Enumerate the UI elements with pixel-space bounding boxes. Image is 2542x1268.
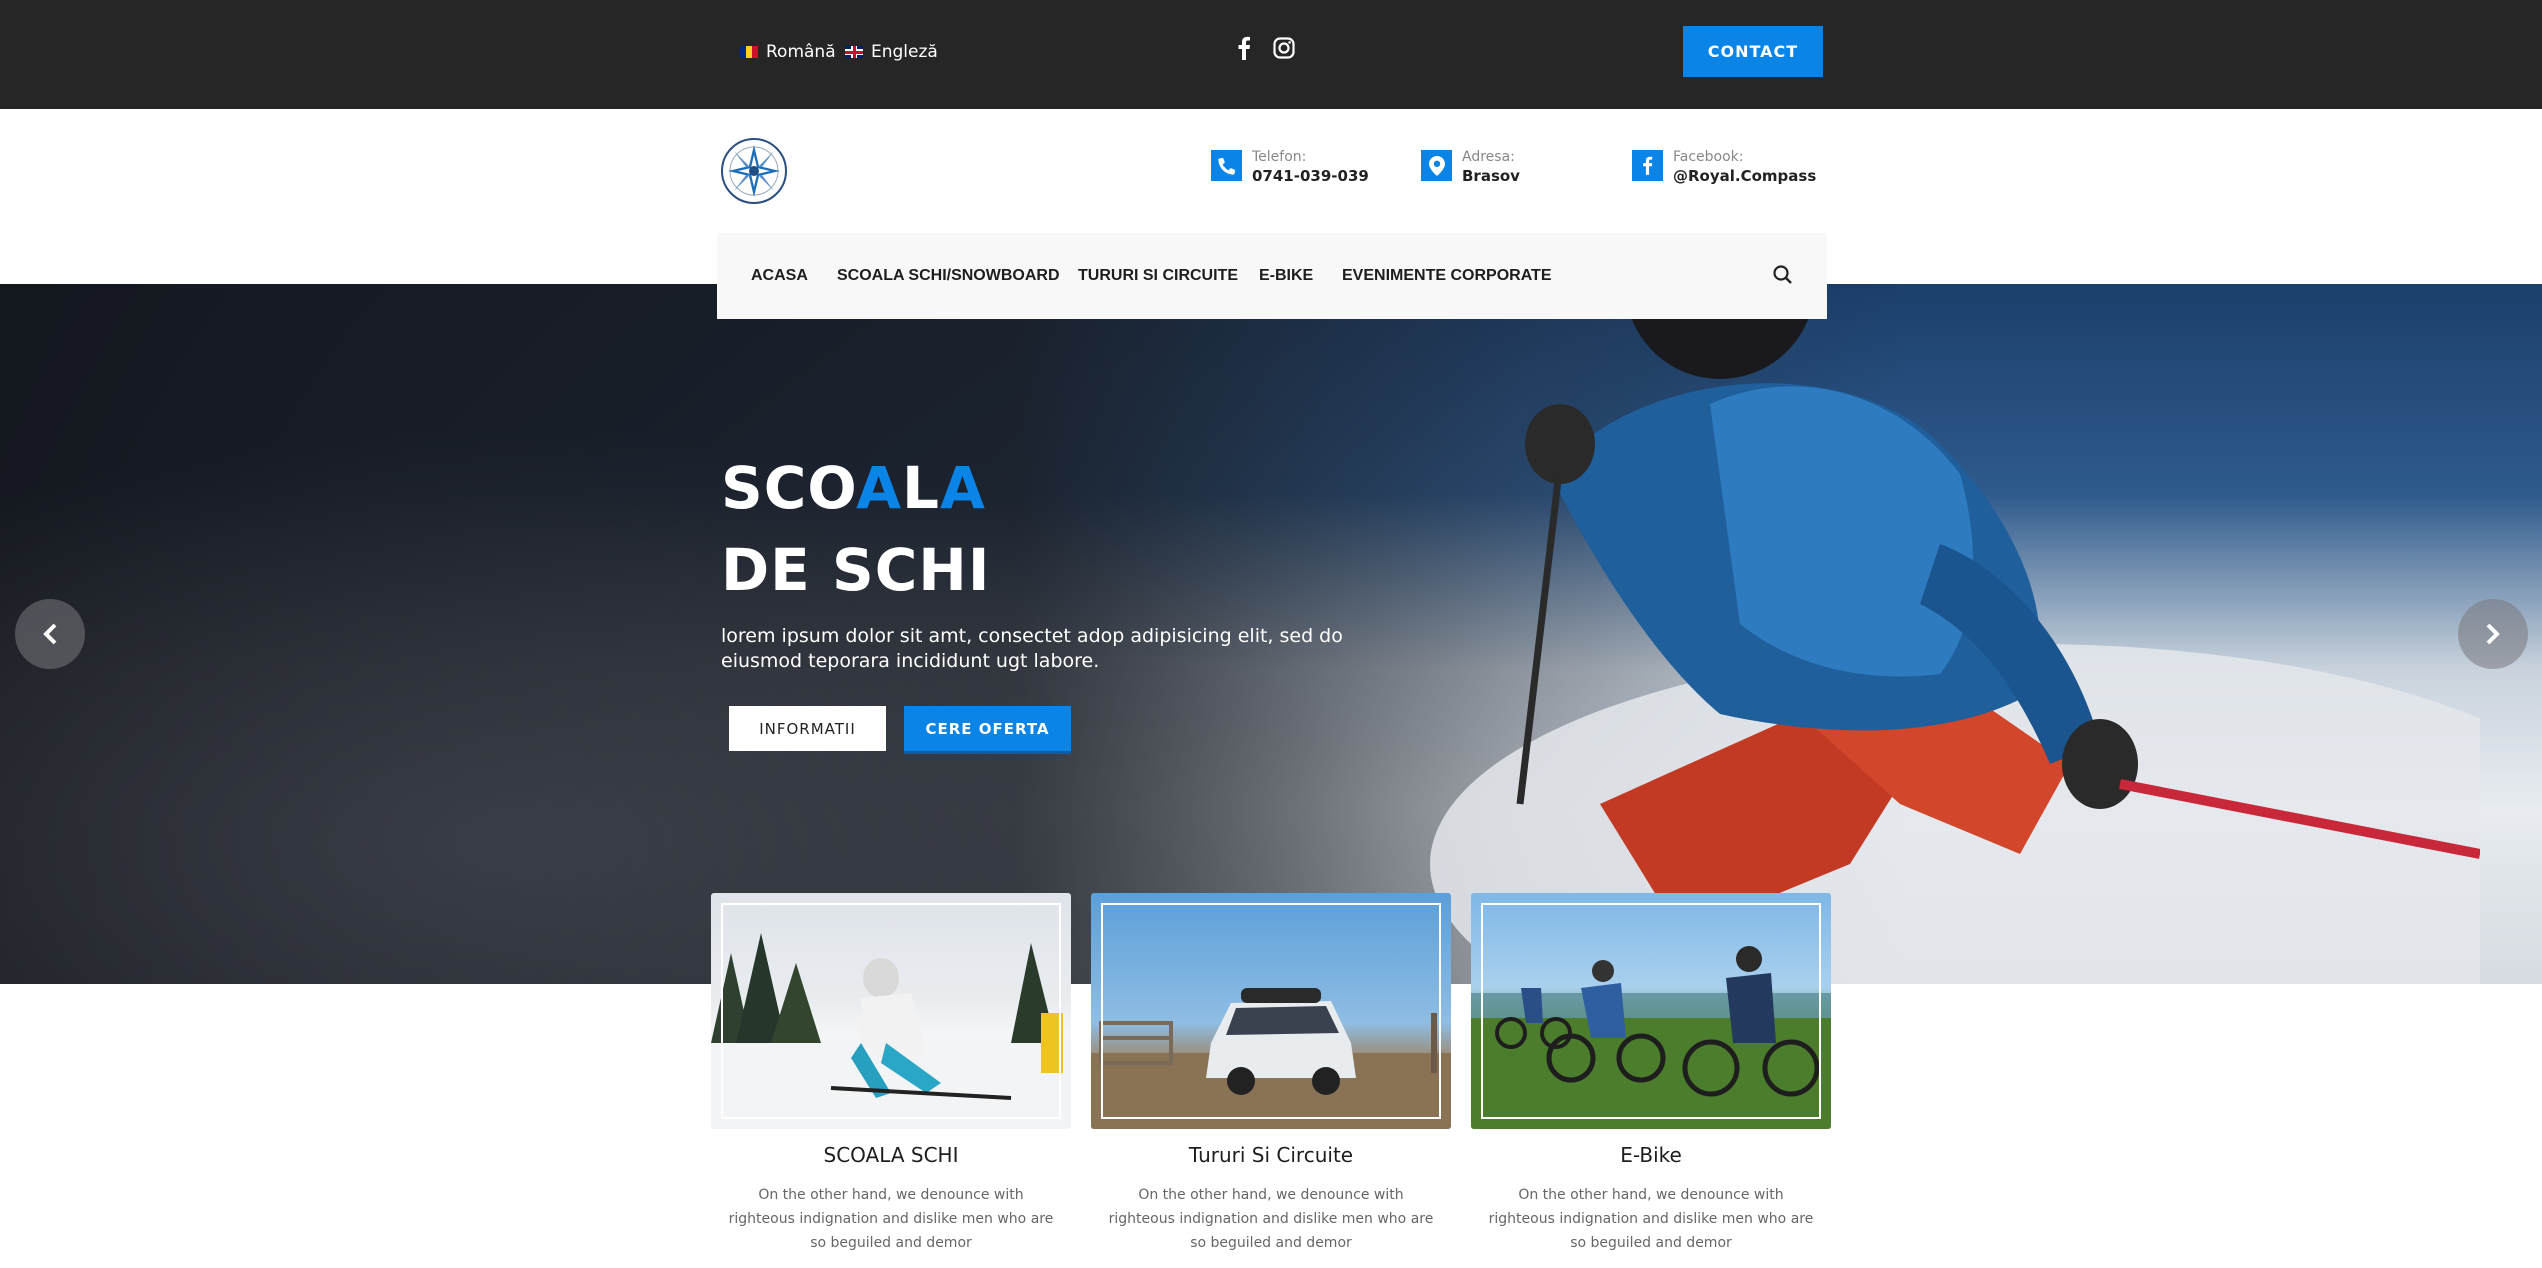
nav-item-ebike[interactable]: E-BIKE <box>1259 267 1313 285</box>
hero-description: lorem ipsum dolor sit amt, consectet ado… <box>721 625 1343 672</box>
uk-flag-icon <box>845 46 863 58</box>
phone-info[interactable]: Telefon: 0741-039-039 <box>1211 148 1369 186</box>
language-romanian[interactable]: Română <box>740 42 836 62</box>
instagram-icon[interactable] <box>1272 34 1296 62</box>
hero-title-part: L <box>901 454 940 522</box>
card-title[interactable]: E-Bike <box>1471 1143 1831 1167</box>
top-bar: Română Engleză CONTACT <box>0 0 2542 109</box>
service-card[interactable]: SCOALA SCHI On the other hand, we denoun… <box>711 893 1071 1255</box>
facebook-info[interactable]: Facebook: @Royal.Compass <box>1632 148 1816 186</box>
card-image-ski[interactable] <box>711 893 1071 1129</box>
informatii-button[interactable]: INFORMATII <box>729 706 886 751</box>
nav-item-acasa[interactable]: ACASA <box>751 267 808 285</box>
skier-illustration <box>1430 284 2480 984</box>
hero-title-accent: A <box>939 454 986 522</box>
chevron-right-icon[interactable] <box>2458 599 2528 669</box>
nav-item-evenimente[interactable]: EVENIMENTE CORPORATE <box>1342 267 1552 285</box>
hero-slider: SCOALA DE SCHI lorem ipsum dolor sit amt… <box>0 284 2542 984</box>
facebook-icon <box>1632 150 1663 181</box>
search-icon[interactable] <box>1772 264 1796 288</box>
language-english[interactable]: Engleză <box>845 42 938 62</box>
address-info[interactable]: Adresa: Brasov <box>1421 148 1520 186</box>
service-card[interactable]: E-Bike On the other hand, we denounce wi… <box>1471 893 1831 1255</box>
address-value: Brasov <box>1462 167 1520 185</box>
location-pin-icon <box>1421 150 1452 181</box>
main-nav: ACASA SCOALA SCHI/SNOWBOARD TURURI SI CI… <box>717 233 1827 319</box>
ro-flag-icon <box>740 46 758 58</box>
language-label: Engleză <box>871 42 938 62</box>
chevron-left-icon[interactable] <box>15 599 85 669</box>
nav-item-scoala-schi[interactable]: SCOALA SCHI/SNOWBOARD <box>837 267 1060 285</box>
card-frame <box>1481 903 1821 1119</box>
card-image-car[interactable] <box>1091 893 1451 1129</box>
facebook-value: @Royal.Compass <box>1673 167 1817 185</box>
hero-title-part: SCO <box>721 454 857 522</box>
cere-oferta-button[interactable]: CERE OFERTA <box>904 706 1071 751</box>
card-frame <box>1101 903 1441 1119</box>
service-card[interactable]: Tururi Si Circuite On the other hand, we… <box>1091 893 1451 1255</box>
language-label: Română <box>766 42 836 62</box>
card-text: On the other hand, we denounce with righ… <box>1488 1187 1814 1251</box>
card-image-ebike[interactable] <box>1471 893 1831 1129</box>
hero-title-line2: DE SCHI <box>721 536 991 604</box>
card-title[interactable]: Tururi Si Circuite <box>1091 1143 1451 1167</box>
hero-title-line1: SCOALA <box>721 454 986 522</box>
facebook-label: Facebook: <box>1673 149 1744 165</box>
card-frame <box>721 903 1061 1119</box>
card-text: On the other hand, we denounce with righ… <box>1108 1187 1434 1251</box>
royal-compass-logo[interactable] <box>720 137 788 205</box>
facebook-icon[interactable] <box>1232 34 1256 62</box>
nav-item-tururi[interactable]: TURURI SI CIRCUITE <box>1078 267 1238 285</box>
card-title[interactable]: SCOALA SCHI <box>711 1143 1071 1167</box>
contact-button[interactable]: CONTACT <box>1683 26 1823 77</box>
address-label: Adresa: <box>1462 149 1515 165</box>
phone-label: Telefon: <box>1252 149 1307 165</box>
phone-value: 0741-039-039 <box>1252 167 1369 185</box>
phone-icon <box>1211 150 1242 181</box>
hero-title-accent: A <box>856 454 902 522</box>
card-text: On the other hand, we denounce with righ… <box>728 1187 1054 1251</box>
